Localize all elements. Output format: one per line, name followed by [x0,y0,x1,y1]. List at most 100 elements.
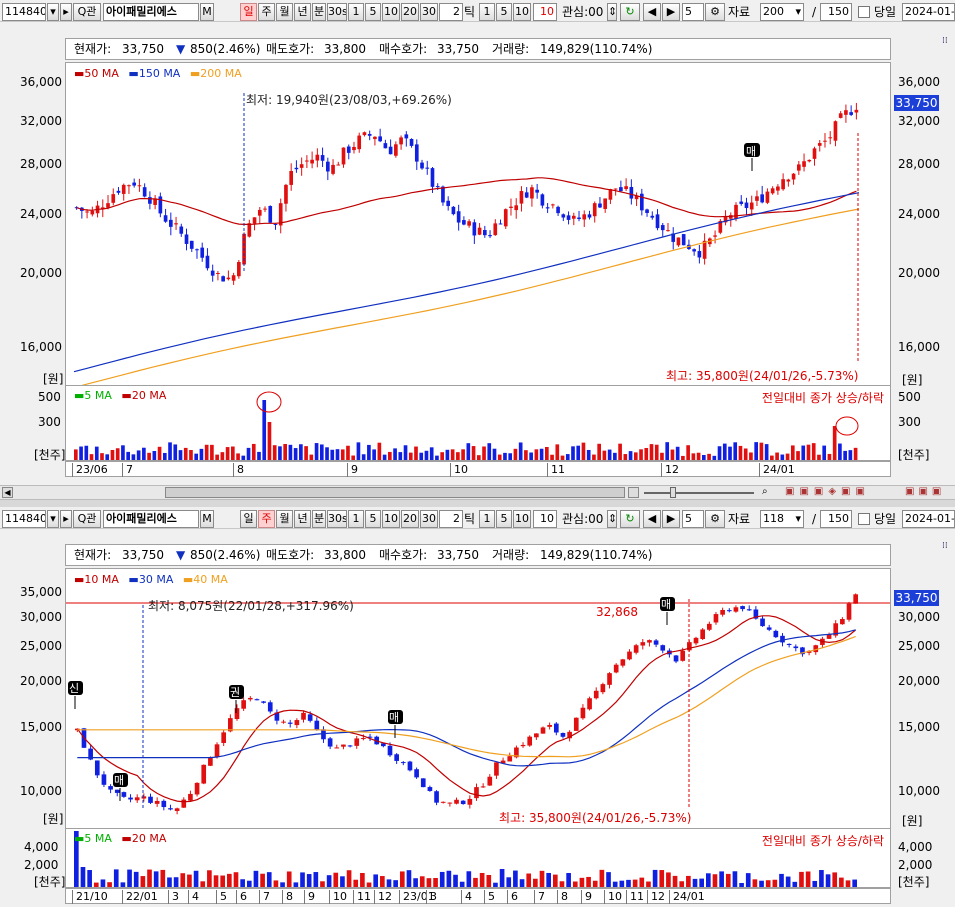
step-input[interactable]: 5 [682,3,704,21]
scroll-left-icon[interactable]: ◀ [2,487,13,498]
dropdown-arrow-icon[interactable]: ▾ [47,510,59,528]
tick-5-button[interactable]: 5 [496,3,512,21]
period-week-button[interactable]: 주 [258,510,275,528]
chevron-down-icon: ▾ [795,512,801,525]
refresh-icon[interactable]: ↻ [620,510,640,528]
play-icon[interactable]: ▸ [60,510,72,528]
bottom-price-chart[interactable]: 신매권매매 ▬10 MA ▬30 MA ▬40 MA 최저: 8,075원(22… [65,568,891,829]
x-tick-label: 3 [168,890,179,904]
candle-body [838,113,843,118]
date-input[interactable]: 2024-01-2 [902,510,955,528]
refresh-icon[interactable]: ↻ [620,3,640,21]
candle-body [163,215,168,222]
spin-icon[interactable]: ⇕ [607,3,617,21]
period-day-button[interactable]: 일 [240,3,257,21]
y-tick-right: 16,000 [898,340,940,354]
period-30s-button[interactable]: 30s [327,3,347,21]
tick-1-button[interactable]: 1 [479,510,495,528]
expand-icon[interactable]: ⁞⁞ [942,541,952,553]
scroll-thumb[interactable] [165,487,625,498]
candle-body [241,700,246,709]
minute-5-button[interactable]: 5 [365,510,381,528]
data-count-select[interactable]: 200 ▾ [760,3,804,21]
window-tools-icon[interactable]: ▣▣▣ [905,486,945,497]
volume-bar [764,444,769,460]
zoom-icon[interactable]: ⌕ [762,486,768,497]
prev-icon[interactable]: ◀ [643,3,661,21]
period-minute-button[interactable]: 분 [312,510,326,528]
x-tick-label: 5 [216,890,227,904]
period-day-button[interactable]: 일 [240,510,257,528]
prev-icon[interactable]: ◀ [643,510,661,528]
dropdown-arrow-icon[interactable]: ▾ [47,3,59,21]
legend-swatch: ▬ [74,67,85,80]
stock-name-field[interactable]: 아이패밀리에스 [103,3,199,21]
search-button[interactable]: Q관 [73,510,101,528]
expand-icon[interactable]: ⁞⁞ [942,36,952,48]
today-checkbox[interactable] [858,513,870,525]
period-week-button[interactable]: 주 [258,3,275,21]
next-icon[interactable]: ▶ [662,3,680,21]
period-minute-button[interactable]: 분 [312,3,326,21]
tick-input[interactable]: 2 [439,3,463,21]
candle-body [755,196,759,201]
candle-body [700,629,705,640]
minute-20-button[interactable]: 20 [401,3,419,21]
step-input[interactable]: 5 [682,510,704,528]
volume-bar [799,871,804,887]
stock-name-field[interactable]: 아이패밀리에스 [103,510,199,528]
play-icon[interactable]: ▸ [60,3,72,21]
date-input[interactable]: 2024-01- [902,3,955,21]
period-year-button[interactable]: 년 [294,3,311,21]
stock-code-input[interactable]: 114840 [2,3,46,21]
x-tick-label: 6 [236,890,247,904]
minute-10-button[interactable]: 10 [382,510,400,528]
period-month-button[interactable]: 월 [276,3,293,21]
next-icon[interactable]: ▶ [662,510,680,528]
count-input[interactable]: 10 [533,3,557,21]
minute-20-button[interactable]: 20 [401,510,419,528]
candle-body [263,208,267,210]
minute-30-button[interactable]: 30 [420,510,438,528]
tick-10-button[interactable]: 10 [513,510,531,528]
search-button[interactable]: Q관 [73,3,101,21]
data-total-input[interactable]: 150 [820,3,852,21]
horizontal-scrollbar[interactable]: ◀ ⌕ ▣▣▣◈▣▣ ▣▣▣ [0,485,955,500]
x-tick-label: 4 [461,890,472,904]
minute-30-button[interactable]: 30 [420,3,438,21]
settings-icon[interactable]: ⚙ [705,510,725,528]
candle-body [507,756,513,762]
period-30s-button[interactable]: 30s [327,510,347,528]
scroll-right-icon[interactable] [628,487,639,498]
count-input[interactable]: 10 [533,510,557,528]
zoom-slider-track[interactable] [644,492,754,494]
today-checkbox[interactable] [858,6,870,18]
menu-m-icon[interactable]: M [200,3,214,21]
minute-10-button[interactable]: 10 [382,3,400,21]
period-year-button[interactable]: 년 [294,510,311,528]
stock-code-input[interactable]: 114840 [2,510,46,528]
settings-icon[interactable]: ⚙ [705,3,725,21]
top-volume-chart[interactable]: ▬5 MA ▬20 MA 전일대비 종가 상승/하락 [65,385,891,461]
period-month-button[interactable]: 월 [276,510,293,528]
volume-bar [373,874,379,887]
top-price-chart[interactable]: 매 ▬50 MA ▬150 MA ▬200 MA 최저: 19,940원(23/… [65,62,891,390]
chart-tools-icon[interactable]: ▣▣▣◈▣▣ [785,486,870,497]
tick-input[interactable]: 2 [439,510,463,528]
volume-bar [466,871,472,887]
tick-1-button[interactable]: 1 [479,3,495,21]
spin-icon[interactable]: ⇕ [607,510,617,528]
volume-bar [785,453,790,460]
candle-body [681,234,686,246]
minute-1-button[interactable]: 1 [348,510,364,528]
menu-m-icon[interactable]: M [200,510,214,528]
zoom-slider-thumb[interactable] [670,487,676,498]
candle-body [307,714,313,721]
minute-1-button[interactable]: 1 [348,3,364,21]
data-total-input[interactable]: 150 [820,510,852,528]
tick-5-button[interactable]: 5 [496,510,512,528]
minute-5-button[interactable]: 5 [365,3,381,21]
tick-10-button[interactable]: 10 [513,3,531,21]
bottom-volume-chart[interactable]: ▬5 MA ▬20 MA 전일대비 종가 상승/하락 [65,828,891,888]
data-count-select[interactable]: 118 ▾ [760,510,804,528]
